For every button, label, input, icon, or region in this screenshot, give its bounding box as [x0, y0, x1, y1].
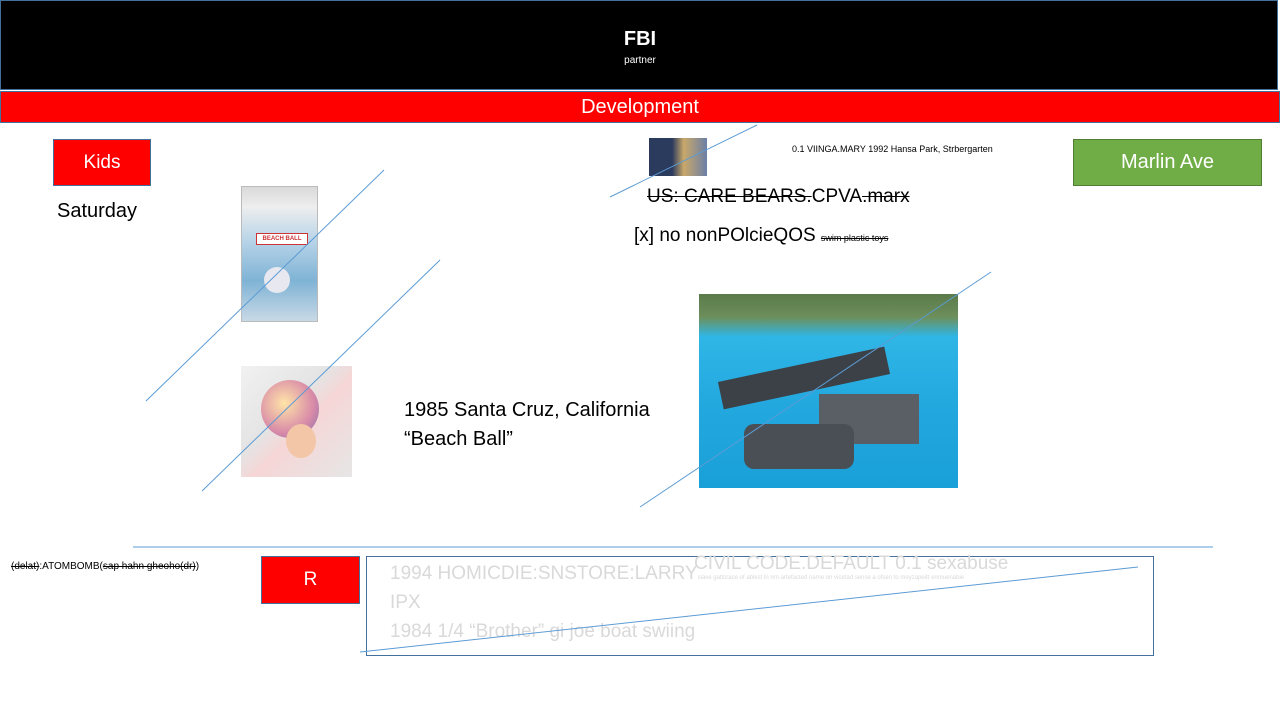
header-title: FBI: [623, 28, 657, 50]
notes-line-1-tiny: slave gattsrace of ablest ln nrn artefac…: [697, 575, 965, 581]
atom-text: (delat):ATOMBOMB(sap hahn gheoho(dr)): [11, 561, 199, 572]
atom-mid: :ATOMBOMB(: [39, 561, 103, 572]
civil-code-text: CIVIL CODE.DEFAULT 0.1 sexabuse: [694, 553, 1009, 574]
kids-button[interactable]: Kids: [53, 139, 151, 186]
saturday-label: Saturday: [57, 200, 138, 222]
beach-ball-package-photo[interactable]: BEACH BALL: [241, 186, 318, 322]
child-figure: [286, 424, 316, 458]
package-label: BEACH BALL: [256, 233, 308, 245]
notes-line-3: 1984 1/4 “Brother” gi joe boat swiing: [390, 621, 696, 642]
photo-credit-text: 0.1 VIINGA.MARY 1992 Hansa Park, Strberg…: [792, 144, 993, 154]
caption-line-1: 1985 Santa Cruz, California: [404, 399, 650, 421]
development-bar[interactable]: Development: [0, 91, 1280, 123]
hovercraft-toy: [744, 424, 854, 469]
ball-shape: [264, 267, 290, 293]
pool-boat-toy-photo[interactable]: [699, 294, 958, 488]
atom-struck: (delat): [11, 561, 40, 572]
caption-line-2: “Beach Ball”: [404, 428, 513, 450]
care-bears-mid: CPVA: [811, 186, 863, 207]
girl-beach-ball-photo[interactable]: [241, 366, 352, 477]
atom-end: ): [195, 561, 200, 572]
header-subtitle: partner: [624, 55, 656, 66]
r-button[interactable]: R: [261, 556, 360, 604]
policy-main: [x] no nonPOlcieQOS: [634, 225, 821, 246]
care-bears-struck: US: CARE BEARS.: [647, 186, 812, 207]
atom-struck-2: sap hahn gheoho(dr): [102, 561, 196, 572]
policy-text: [x] no nonPOlcieQOS swim plastic toys: [634, 225, 888, 247]
marlin-ave-button[interactable]: Marlin Ave: [1073, 139, 1262, 186]
notes-line-1-text: 1994 HOMICDIE:SNSTORE:LARRY: [390, 563, 698, 584]
package-label-text: BEACH BALL: [262, 236, 302, 242]
notes-line-2: IPX: [390, 592, 421, 613]
portrait-photo[interactable]: [649, 138, 707, 176]
policy-small: swim plastic toys: [820, 233, 889, 243]
caption-text: 1985 Santa Cruz, California “Beach Ball”: [404, 396, 650, 454]
care-bears-tail: .marx: [862, 186, 910, 207]
care-bears-text: US: CARE BEARS.CPVA.marx: [647, 186, 910, 208]
